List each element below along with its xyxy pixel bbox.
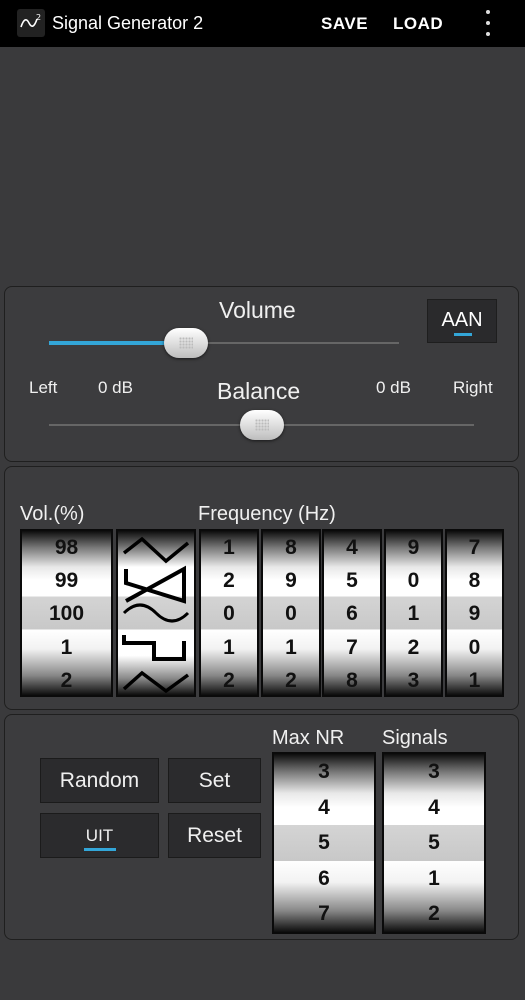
drum-digit: 3	[318, 760, 330, 783]
balance-label: Balance	[217, 378, 301, 404]
sine-wave-icon	[122, 603, 190, 623]
drum-digit: 1	[60, 635, 73, 659]
max-nr-label: Max NR	[272, 727, 345, 749]
random-button[interactable]: Random	[40, 758, 159, 803]
drum-digit: 98	[54, 536, 79, 559]
drum-digit: 1	[428, 866, 440, 890]
drum-digit: 9	[407, 536, 420, 559]
drum-digit: 8	[285, 536, 297, 559]
drum-digit: 1	[285, 635, 297, 659]
app-logo-icon: 2	[17, 9, 45, 37]
drum-digit: 0	[285, 602, 297, 626]
drum-digit: 7	[318, 902, 330, 926]
app-title: Signal Generator 2	[52, 13, 204, 33]
balance-left-db: 0 dB	[98, 378, 133, 397]
drum-digit: 1	[407, 602, 420, 626]
drum-digit: 7	[346, 635, 358, 659]
waveform-drum[interactable]	[116, 529, 196, 697]
drum-digit: 5	[318, 831, 330, 855]
toggle-indicator	[84, 848, 116, 851]
output-off-toggle-button[interactable]: UIT	[40, 813, 159, 858]
drum-digit: 5	[428, 831, 440, 855]
drum-digit: 4	[428, 795, 440, 819]
set-button[interactable]: Set	[168, 758, 261, 803]
drum-digit: 6	[318, 866, 330, 890]
drum-digit: 8	[346, 668, 358, 692]
frequency-digit-drum-1[interactable]: 1 2 0 1 2	[199, 529, 259, 697]
square-wave-icon	[122, 635, 186, 661]
vol-percent-label: Vol.(%)	[20, 503, 85, 525]
drum-digit: 2	[223, 668, 235, 692]
frequency-digit-drum-3[interactable]: 4 5 6 7 8	[322, 529, 382, 697]
drum-digit: 9	[468, 602, 481, 626]
signals-label: Signals	[382, 727, 448, 749]
drum-digit: 8	[468, 569, 481, 593]
overflow-menu-icon[interactable]	[483, 10, 493, 36]
drum-digit: 3	[407, 668, 420, 692]
triangle-wave-icon	[122, 536, 190, 564]
drum-digit: 3	[428, 760, 440, 783]
drum-digit: 4	[318, 795, 330, 819]
drum-digit: 0	[468, 635, 481, 659]
reset-button[interactable]: Reset	[168, 813, 261, 858]
balance-left-label: Left	[29, 378, 58, 397]
balance-right-db: 0 dB	[376, 378, 411, 397]
volume-slider-thumb[interactable]	[163, 328, 208, 358]
drum-digit: 6	[346, 602, 358, 626]
drum-digit: 4	[346, 536, 358, 559]
frequency-digit-drum-5[interactable]: 7 8 9 0 1	[445, 529, 504, 697]
volume-label: Volume	[219, 297, 296, 323]
drum-digit: 2	[223, 569, 235, 593]
frequency-digit-drum-4[interactable]: 9 0 1 2 3	[384, 529, 443, 697]
drum-digit: 99	[54, 569, 79, 593]
drum-digit: 7	[468, 536, 481, 559]
drum-digit: 1	[223, 635, 235, 659]
svg-text:2: 2	[36, 13, 41, 22]
drum-digit: 0	[407, 569, 420, 593]
drum-digit: 1	[223, 536, 235, 559]
drum-digit: 2	[60, 668, 73, 692]
output-toggle-button[interactable]: AAN	[427, 299, 497, 343]
drum-digit: 9	[285, 569, 297, 593]
output-off-toggle-label: UIT	[85, 826, 114, 845]
drum-digit: 2	[428, 902, 440, 926]
frequency-digit-drum-2[interactable]: 8 9 0 1 2	[261, 529, 321, 697]
drum-digit: 5	[346, 569, 358, 593]
balance-right-label: Right	[453, 378, 493, 397]
save-button[interactable]: SAVE	[321, 14, 368, 34]
app-bar: 2 Signal Generator 2 SAVE LOAD	[0, 0, 525, 47]
max-nr-drum[interactable]: 3 4 5 6 7	[272, 752, 376, 934]
toggle-indicator	[454, 333, 472, 336]
triangle-wave-icon	[122, 670, 190, 694]
load-button[interactable]: LOAD	[393, 14, 443, 34]
drum-digit: 2	[285, 668, 297, 692]
drum-digit: 100	[48, 602, 85, 626]
frequency-label: Frequency (Hz)	[198, 503, 336, 525]
sawtooth-wave-icon	[124, 565, 186, 604]
balance-slider-thumb[interactable]	[239, 410, 284, 440]
output-toggle-label: AAN	[441, 309, 483, 331]
drum-digit: 2	[407, 635, 420, 659]
vol-percent-drum[interactable]: 98 99 100 1 2	[20, 529, 113, 697]
drum-digit: 1	[468, 668, 481, 692]
drum-digit: 0	[223, 602, 235, 626]
signals-drum[interactable]: 3 4 5 1 2	[382, 752, 486, 934]
